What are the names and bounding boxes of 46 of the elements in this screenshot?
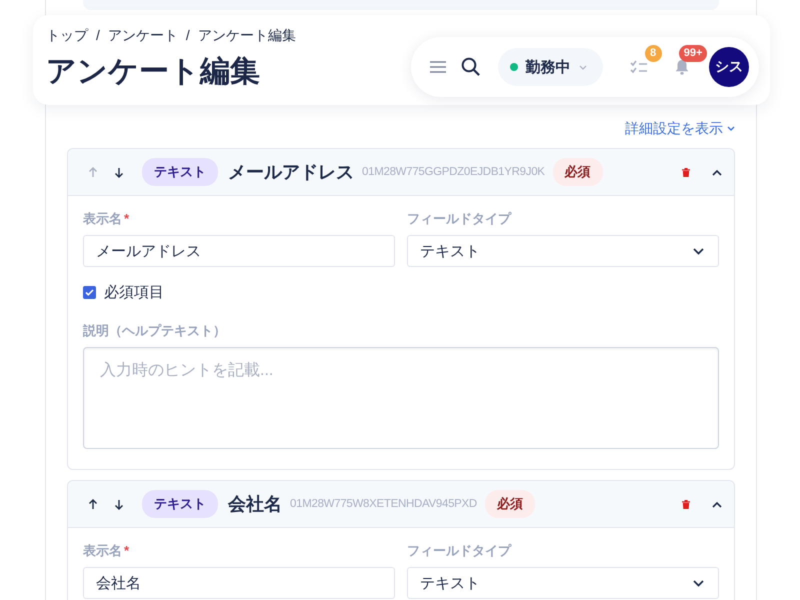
avatar[interactable]: シス [709,47,749,87]
field-name: メールアドレス [228,161,354,184]
arrow-up-icon [88,498,98,510]
chevron-down-icon [727,126,735,132]
type-badge: テキスト [142,490,218,518]
field-label: フィールドタイプ [407,542,513,560]
breadcrumb-separator: / [96,27,100,45]
select-field[interactable]: テキスト [407,567,719,599]
bell-icon[interactable] [675,59,690,75]
chevron-up-icon[interactable] [712,500,722,508]
arrow-down-icon [114,166,124,178]
checkbox-label: 必須項目 [104,283,164,302]
select-field[interactable]: テキスト [407,235,719,267]
chevron-down-icon [693,248,704,254]
arrow-down-icon [114,498,124,510]
required-badge: 必須 [484,490,535,518]
search-icon[interactable] [460,57,481,77]
field-label: 表示名* [83,542,130,560]
details-link[interactable]: 詳細設定を表示 [625,120,735,138]
checklist-icon[interactable] [630,60,648,74]
arrow-up-icon [88,166,98,178]
chevron-down-icon [578,64,586,70]
breadcrumb-link[interactable]: トップ [46,27,88,45]
field-label: 表示名* [83,210,130,228]
page-title: アンケート編集 [46,54,260,90]
trash-icon[interactable] [682,168,690,176]
checkbox[interactable] [83,286,96,299]
breadcrumb-separator: / [186,27,190,45]
text-field[interactable]: 会社名 [83,567,395,599]
count-badge: 8 [644,45,662,62]
breadcrumb-link[interactable]: アンケート [108,27,178,45]
field-id: 01M28W775GGPDZ0EJDB1YR9J0K [362,166,545,178]
text-field[interactable]: メールアドレス [83,235,395,267]
trash-icon[interactable] [682,500,690,508]
text-area[interactable]: 入力時のヒントを記載... [83,347,719,449]
chevron-down-icon [693,580,704,586]
chevron-up-icon[interactable] [712,168,722,176]
field-name: 会社名 [228,493,282,516]
field-label: 説明（ヘルプテキスト） [83,322,227,340]
count-badge: 99+ [678,45,708,62]
field-label: フィールドタイプ [407,210,513,228]
type-badge: テキスト [142,158,218,186]
status-selector[interactable]: 勤務中 [498,48,602,86]
field-id: 01M28W775W8XETENHDAV945PXD [290,498,477,510]
required-badge: 必須 [552,158,603,186]
menu-icon[interactable] [430,61,446,73]
